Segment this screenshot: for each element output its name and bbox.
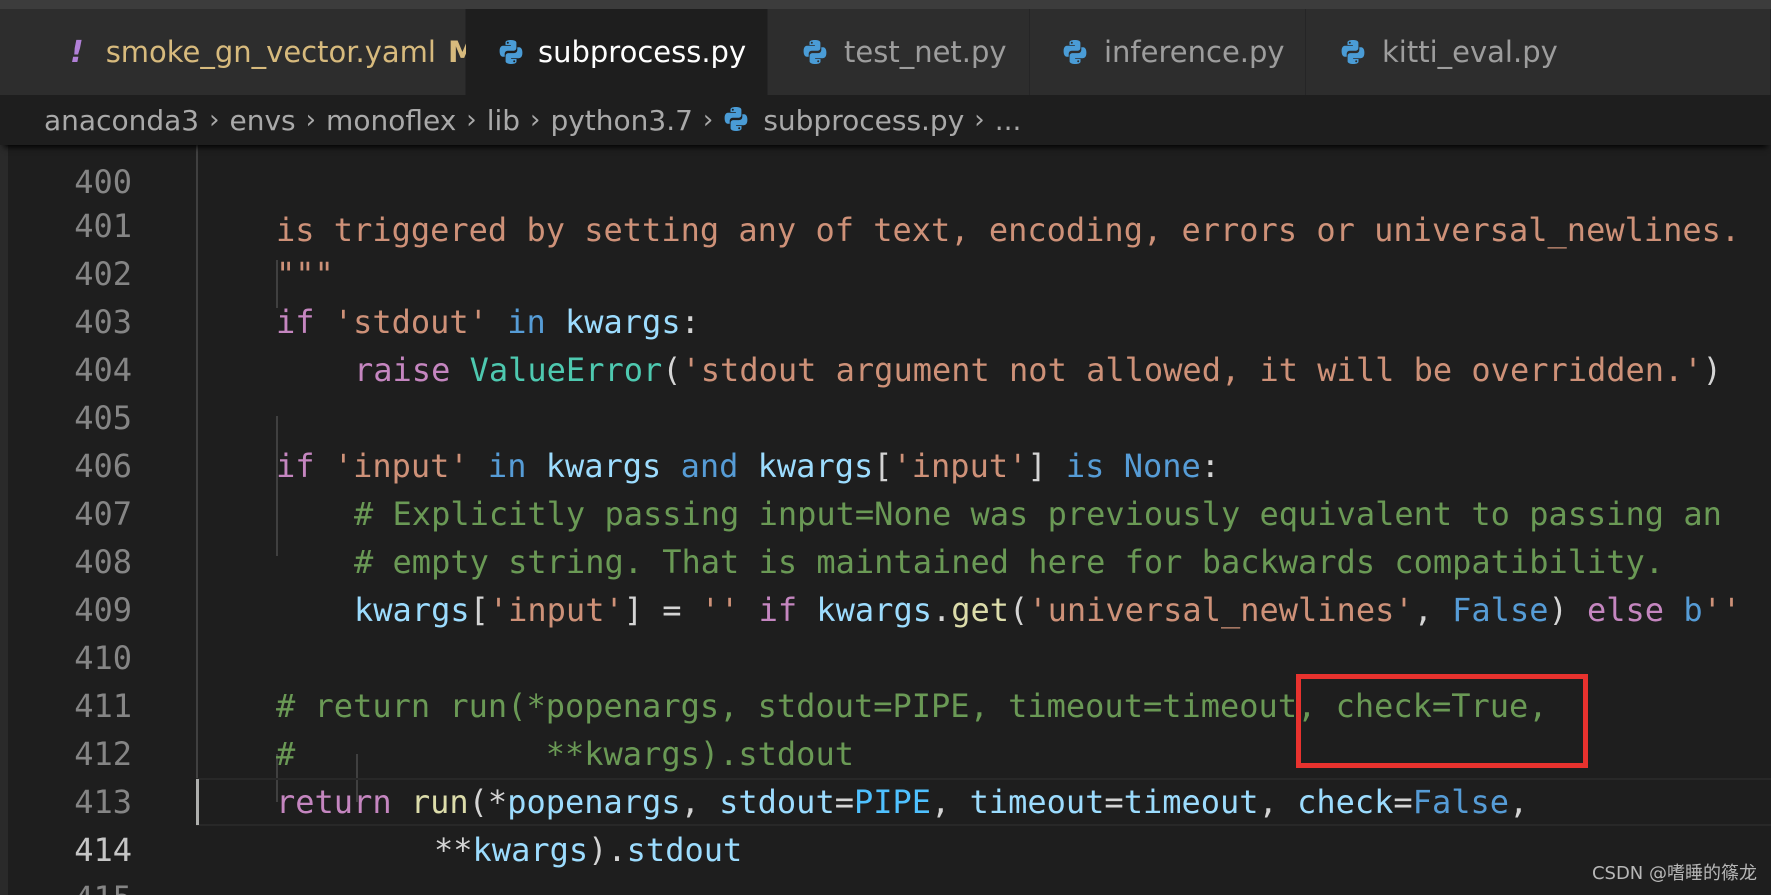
breadcrumb-item-envs[interactable]: envs [230, 104, 296, 137]
python-icon [800, 37, 830, 67]
breadcrumb-item-python37[interactable]: python3.7 [550, 104, 692, 137]
tab-label: inference.py [1104, 35, 1285, 69]
editor-tab-bar: ! smoke_gn_vector.yaml M ✕ subprocess.py… [0, 0, 1771, 95]
python-icon [498, 37, 524, 67]
chevron-right-icon: › [974, 105, 985, 135]
code-line: 406 # Explicitly passing input=None was … [0, 394, 1771, 533]
code-line: 409 [0, 538, 1771, 629]
code-line: 410 # return run(*popenargs, stdout=PIPE… [0, 586, 1771, 725]
tab-test-net-py[interactable]: test_net.py [768, 9, 1030, 95]
tab-subprocess-py[interactable]: subprocess.py ✕ [466, 9, 791, 95]
breadcrumb-item-subprocess-py[interactable]: subprocess.py [763, 104, 964, 137]
code-line: 403 raise ValueError('stdout argument no… [0, 250, 1771, 389]
tab-label: smoke_gn_vector.yaml [105, 35, 436, 69]
tab-inference-py[interactable]: inference.py [1030, 9, 1306, 95]
python-icon [1338, 37, 1368, 67]
python-icon [1060, 37, 1090, 67]
yaml-exclamation-icon: ! [70, 34, 84, 70]
breadcrumb-item-monoflex[interactable]: monoflex [326, 104, 456, 137]
chevron-right-icon: › [466, 105, 477, 135]
code-line: 415 [0, 826, 1771, 895]
tab-bar-left-spacer [0, 9, 34, 95]
code-editor[interactable]: 400 is triggered by setting any of text,… [0, 126, 1771, 895]
watermark: CSDN @嗜睡的篠龙 [1591, 863, 1757, 884]
code-line: 404 [0, 298, 1771, 389]
tab-label: test_net.py [844, 35, 1007, 69]
code-line: 408 kwargs['input'] = '' if kwargs.get('… [0, 490, 1771, 629]
chevron-right-icon: › [305, 105, 317, 135]
code-line-current: 414 [0, 778, 1771, 869]
chevron-right-icon: › [209, 105, 220, 135]
code-line: 405 if 'input' in kwargs and kwargs['inp… [0, 346, 1771, 485]
tab-label: kitti_eval.py [1382, 35, 1558, 69]
chevron-right-icon: › [702, 105, 714, 135]
breadcrumb-item-lib[interactable]: lib [487, 104, 520, 137]
breadcrumb: anaconda3 › envs › monoflex › lib › pyth… [0, 95, 1771, 145]
breadcrumb-item-anaconda3[interactable]: anaconda3 [44, 104, 199, 137]
line-number: 415 [40, 874, 132, 895]
chevron-right-icon: › [530, 105, 541, 135]
python-icon [723, 106, 751, 134]
code-line: 402 if 'stdout' in kwargs: [0, 202, 1771, 341]
tab-smoke-gn-vector-yaml[interactable]: ! smoke_gn_vector.yaml M ✕ [34, 9, 522, 95]
code-line: 401 """ [0, 154, 1771, 293]
breadcrumb-item-symbol[interactable]: ... [995, 104, 1022, 137]
red-annotation-box [1296, 674, 1588, 768]
code-line: 407 # empty string. That is maintained h… [0, 442, 1771, 581]
tab-kitti-eval-py[interactable]: kitti_eval.py [1306, 9, 1771, 95]
tab-label: subprocess.py [538, 35, 747, 69]
